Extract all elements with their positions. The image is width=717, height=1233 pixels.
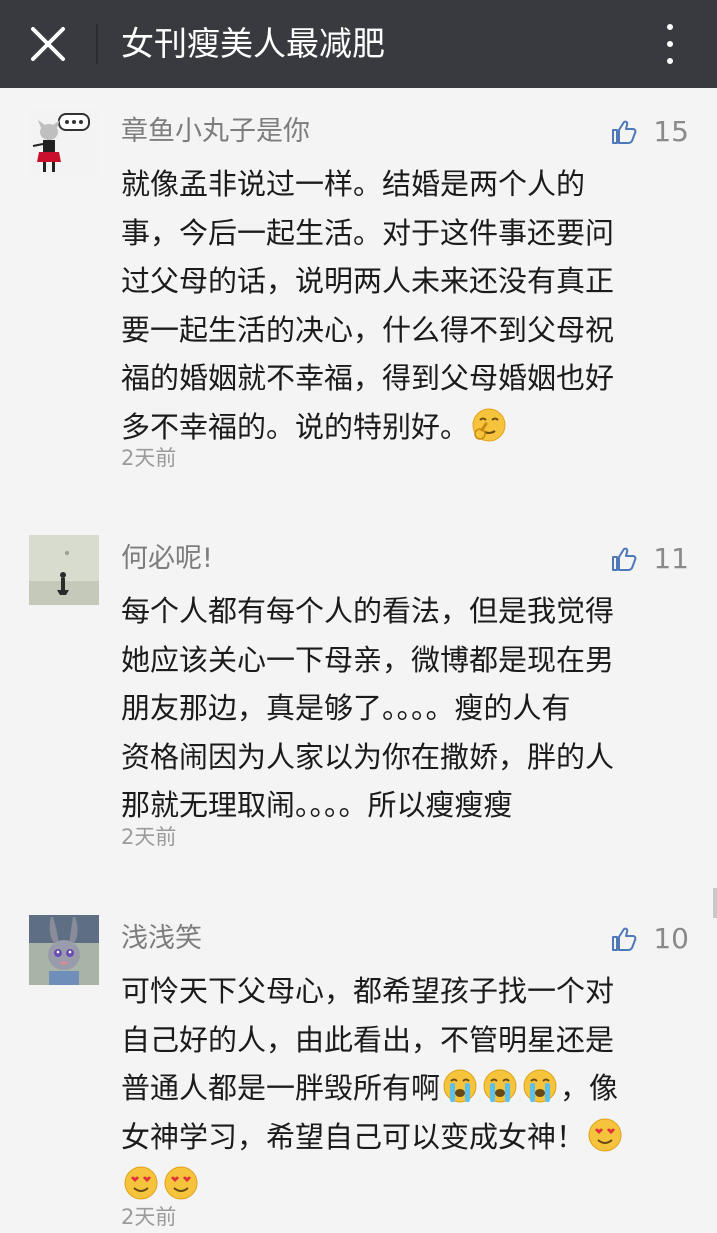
scrollbar-thumb[interactable] (713, 888, 717, 918)
thumbs-up-icon (612, 927, 637, 951)
like-count: 11 (653, 542, 689, 575)
comment-line: 福的婚姻就不幸福，得到父母婚姻也好 (121, 361, 615, 395)
crying-emoji-icon (523, 1069, 557, 1103)
avatar[interactable] (29, 108, 99, 178)
heart-eyes-emoji-icon (124, 1166, 158, 1200)
comment-line: 过父母的话，说明两人未来还没有真正 (121, 264, 615, 298)
thumbs-up-icon (612, 120, 637, 144)
comment-line-emoji (121, 1161, 681, 1210)
comment-line-emoji: 女神学习，希望自己可以变成女神！ (121, 1113, 681, 1162)
comment-line: 要一起生活的决心，什么得不到父母祝 (121, 312, 615, 347)
comment-time: 2天前 (121, 1205, 177, 1229)
comment-line: 普通人都是一胖毁所有啊 (121, 1071, 441, 1105)
comment-text: 就像孟非说过一样。结婚是两个人的 事，今后一起生活。对于这件事还要问 过父母的话… (121, 160, 681, 451)
comment-text: 可怜天下父母心，都希望孩子找一个对 自己好的人，由此看出，不管明星还是 普通人都… (121, 967, 681, 1210)
cartoon-girl-avatar-image (29, 108, 99, 178)
comment-line: 朋友那边，真是够了。。。。瘦的人有 (121, 691, 571, 725)
avatar[interactable] (29, 915, 99, 985)
comment-line-last: 多不幸福的。说的特别好。 (121, 403, 681, 452)
pick-nose-emoji-icon (472, 408, 506, 441)
close-button[interactable] (20, 16, 76, 72)
like-count: 10 (653, 922, 689, 955)
close-icon (31, 27, 65, 61)
like-button[interactable]: 15 (611, 114, 689, 150)
beach-silhouette-avatar-image (29, 535, 99, 605)
comment-line: 资格闹因为人家以为你在撒娇，胖的人 (121, 739, 615, 774)
heart-eyes-emoji-icon (164, 1166, 198, 1200)
comment-line: 每个人都有每个人的看法，但是我觉得 (121, 594, 615, 628)
comment-line: 那就无理取闹。。。。所以瘦瘦瘦 (121, 788, 513, 822)
thumbs-up-icon (612, 547, 637, 571)
comment-nickname[interactable]: 何必呢! (121, 541, 213, 577)
comment-line: 多不幸福的。说的特别好。 (121, 409, 470, 444)
comment-line: ，像 (560, 1071, 619, 1105)
comment-nickname[interactable]: 浅浅笑 (121, 921, 202, 957)
crying-emoji-icon (443, 1069, 477, 1103)
bunny-cartoon-avatar-image (29, 915, 99, 985)
crying-emoji-icon (483, 1069, 517, 1103)
comment-line: 就像孟非说过一样。结婚是两个人的 (121, 167, 586, 201)
comment-nickname[interactable]: 章鱼小丸子是你 (121, 114, 310, 150)
like-button[interactable]: 11 (611, 541, 689, 577)
comment-line: 可怜天下父母心，都希望孩子找一个对 (121, 974, 615, 1008)
avatar[interactable] (29, 535, 99, 605)
comment-time: 2天前 (121, 446, 177, 470)
heart-eyes-emoji-icon (588, 1118, 622, 1151)
comment-line: 她应该关心一下母亲，微博都是现在男 (121, 642, 615, 677)
comment-line: 女神学习，希望自己可以变成女神！ (121, 1119, 586, 1154)
title-divider (96, 24, 98, 64)
comment-line: 事，今后一起生活。对于这件事还要问 (121, 215, 615, 250)
like-count: 15 (653, 115, 689, 148)
more-button[interactable] (648, 18, 692, 70)
comment-line: 自己好的人，由此看出，不管明星还是 (121, 1022, 615, 1057)
comment-line-emoji: 普通人都是一胖毁所有啊 ，像 (121, 1064, 681, 1113)
like-button[interactable]: 10 (611, 921, 689, 957)
title-bar: 女刊瘦美人最减肥 (0, 0, 717, 88)
comment-text: 每个人都有每个人的看法，但是我觉得 她应该关心一下母亲，微博都是现在男 朋友那边… (121, 587, 681, 830)
page-title: 女刊瘦美人最减肥 (121, 24, 385, 63)
comment-time: 2天前 (121, 825, 177, 849)
